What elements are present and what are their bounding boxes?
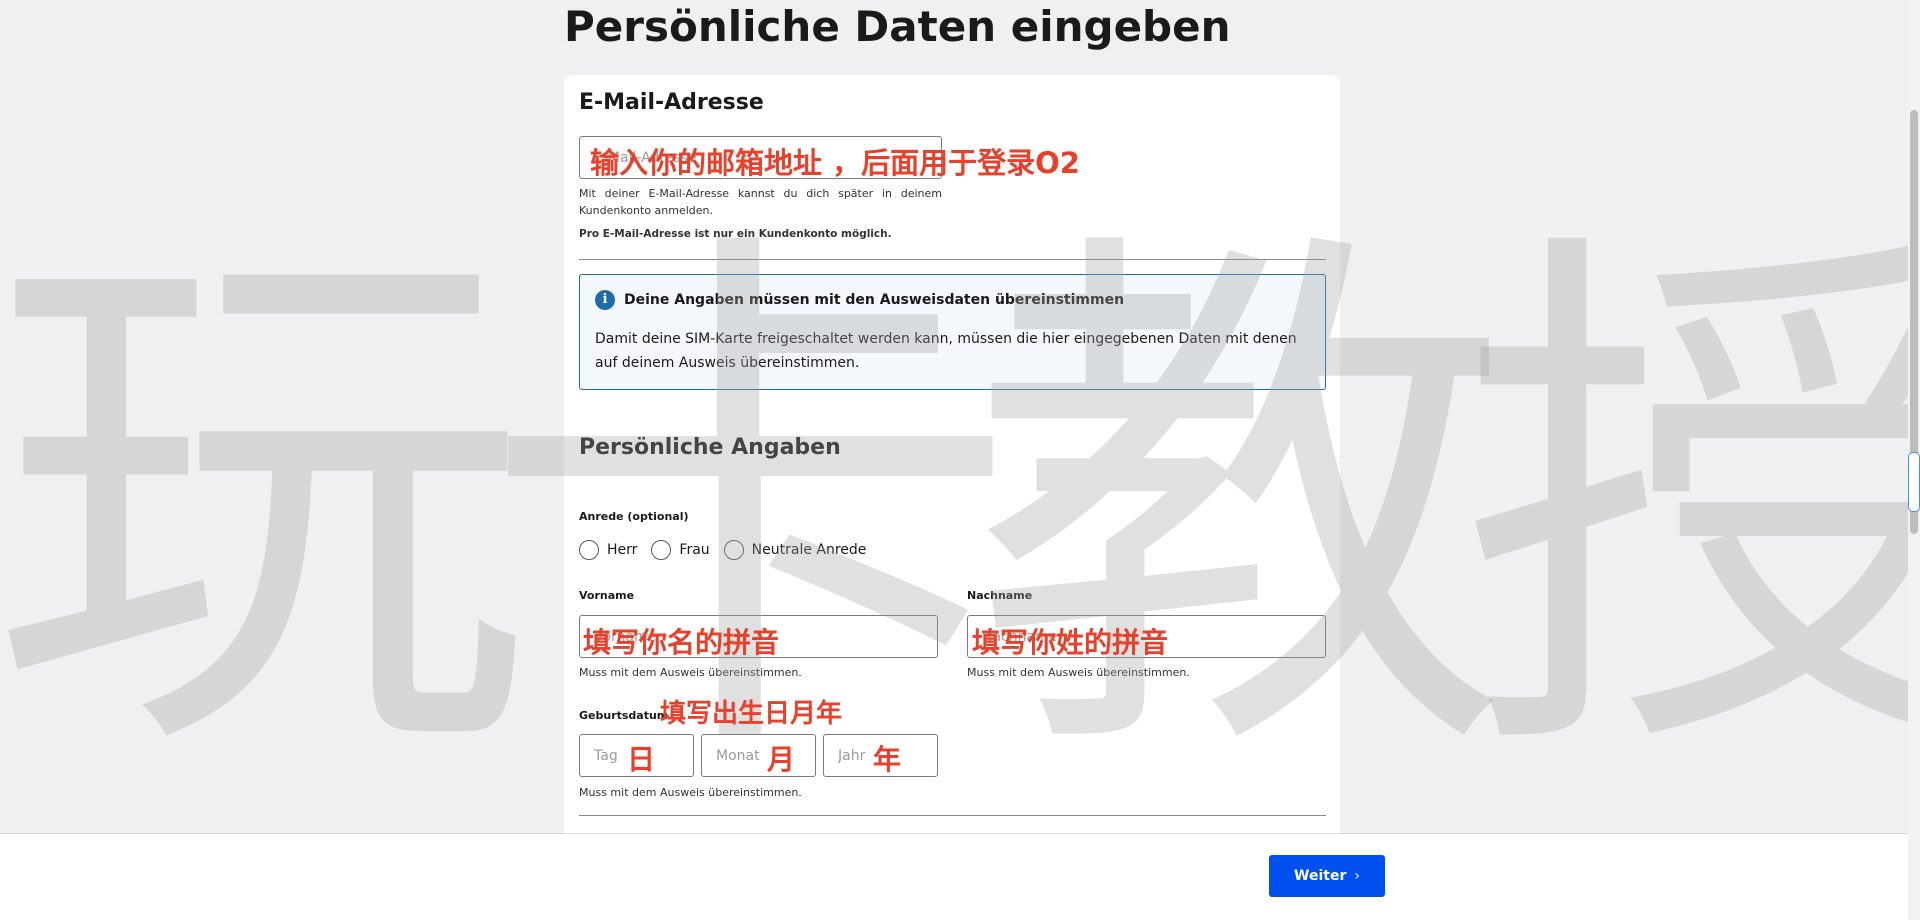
divider (579, 815, 1326, 816)
chevron-right-icon: › (1354, 868, 1360, 884)
lastname-hint: Muss mit dem Ausweis übereinstimmen. (967, 666, 1190, 679)
info-title: Deine Angaben müssen mit den Ausweisdate… (624, 292, 1125, 308)
salutation-radio-group: Herr Frau Neutrale Anrede (579, 540, 880, 560)
footer-bar: Weiter › (0, 833, 1908, 920)
radio-label-frau: Frau (679, 542, 710, 558)
email-input[interactable] (579, 136, 942, 179)
radio-circle[interactable] (579, 540, 599, 560)
next-button[interactable]: Weiter › (1269, 855, 1385, 897)
birthdate-hint: Muss mit dem Ausweis übereinstimmen. (579, 786, 802, 799)
radio-frau[interactable]: Frau (651, 540, 710, 560)
personal-section-title: Persönliche Angaben (579, 435, 841, 460)
year-input[interactable] (823, 734, 938, 777)
info-box: i Deine Angaben müssen mit den Ausweisda… (579, 274, 1326, 390)
firstname-hint: Muss mit dem Ausweis übereinstimmen. (579, 666, 802, 679)
lastname-label: Nachname (967, 589, 1033, 602)
divider (579, 259, 1326, 260)
scroll-marker (1908, 452, 1920, 512)
lastname-input[interactable] (967, 615, 1326, 658)
radio-circle[interactable] (651, 540, 672, 560)
birthdate-label: Geburtsdatum (579, 709, 669, 722)
radio-circle[interactable] (723, 540, 744, 560)
info-icon: i (595, 290, 615, 310)
radio-label-neutral: Neutrale Anrede (751, 542, 867, 558)
email-hint: Mit deiner E-Mail-Adresse kannst du dich… (579, 187, 942, 217)
page-title: Persönliche Daten eingeben (564, 2, 1231, 51)
radio-label-herr: Herr (607, 542, 638, 558)
email-section-title: E-Mail-Adresse (579, 90, 764, 115)
day-input[interactable] (579, 734, 694, 777)
firstname-input[interactable] (579, 615, 938, 658)
info-text: Damit deine SIM-Karte freigeschaltet wer… (595, 331, 1297, 371)
scrollbar[interactable] (1908, 0, 1920, 919)
radio-neutral[interactable]: Neutrale Anrede (723, 540, 867, 560)
firstname-label: Vorname (579, 589, 635, 602)
next-button-label: Weiter (1294, 868, 1347, 884)
month-input[interactable] (701, 734, 816, 777)
email-note: Pro E-Mail-Adresse ist nur ein Kundenkon… (579, 228, 892, 240)
radio-herr[interactable]: Herr (579, 540, 637, 560)
salutation-label: Anrede (optional) (579, 510, 689, 523)
